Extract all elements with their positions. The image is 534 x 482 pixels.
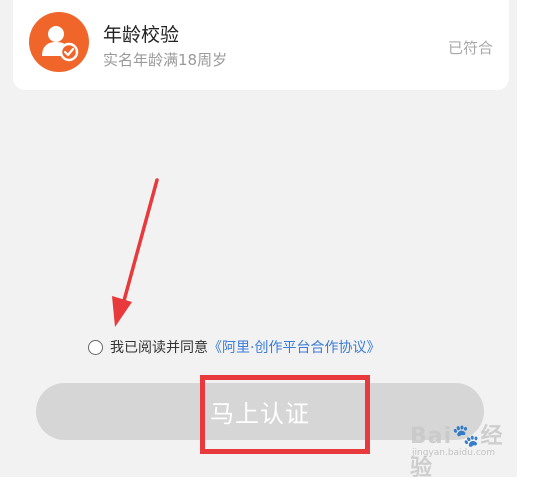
baidu-jingyan-watermark: Bai🐾经验 jingyan.baidu.com	[410, 418, 520, 481]
annotation-highlight-box	[200, 375, 370, 454]
watermark-url: jingyan.baidu.com	[412, 448, 496, 458]
